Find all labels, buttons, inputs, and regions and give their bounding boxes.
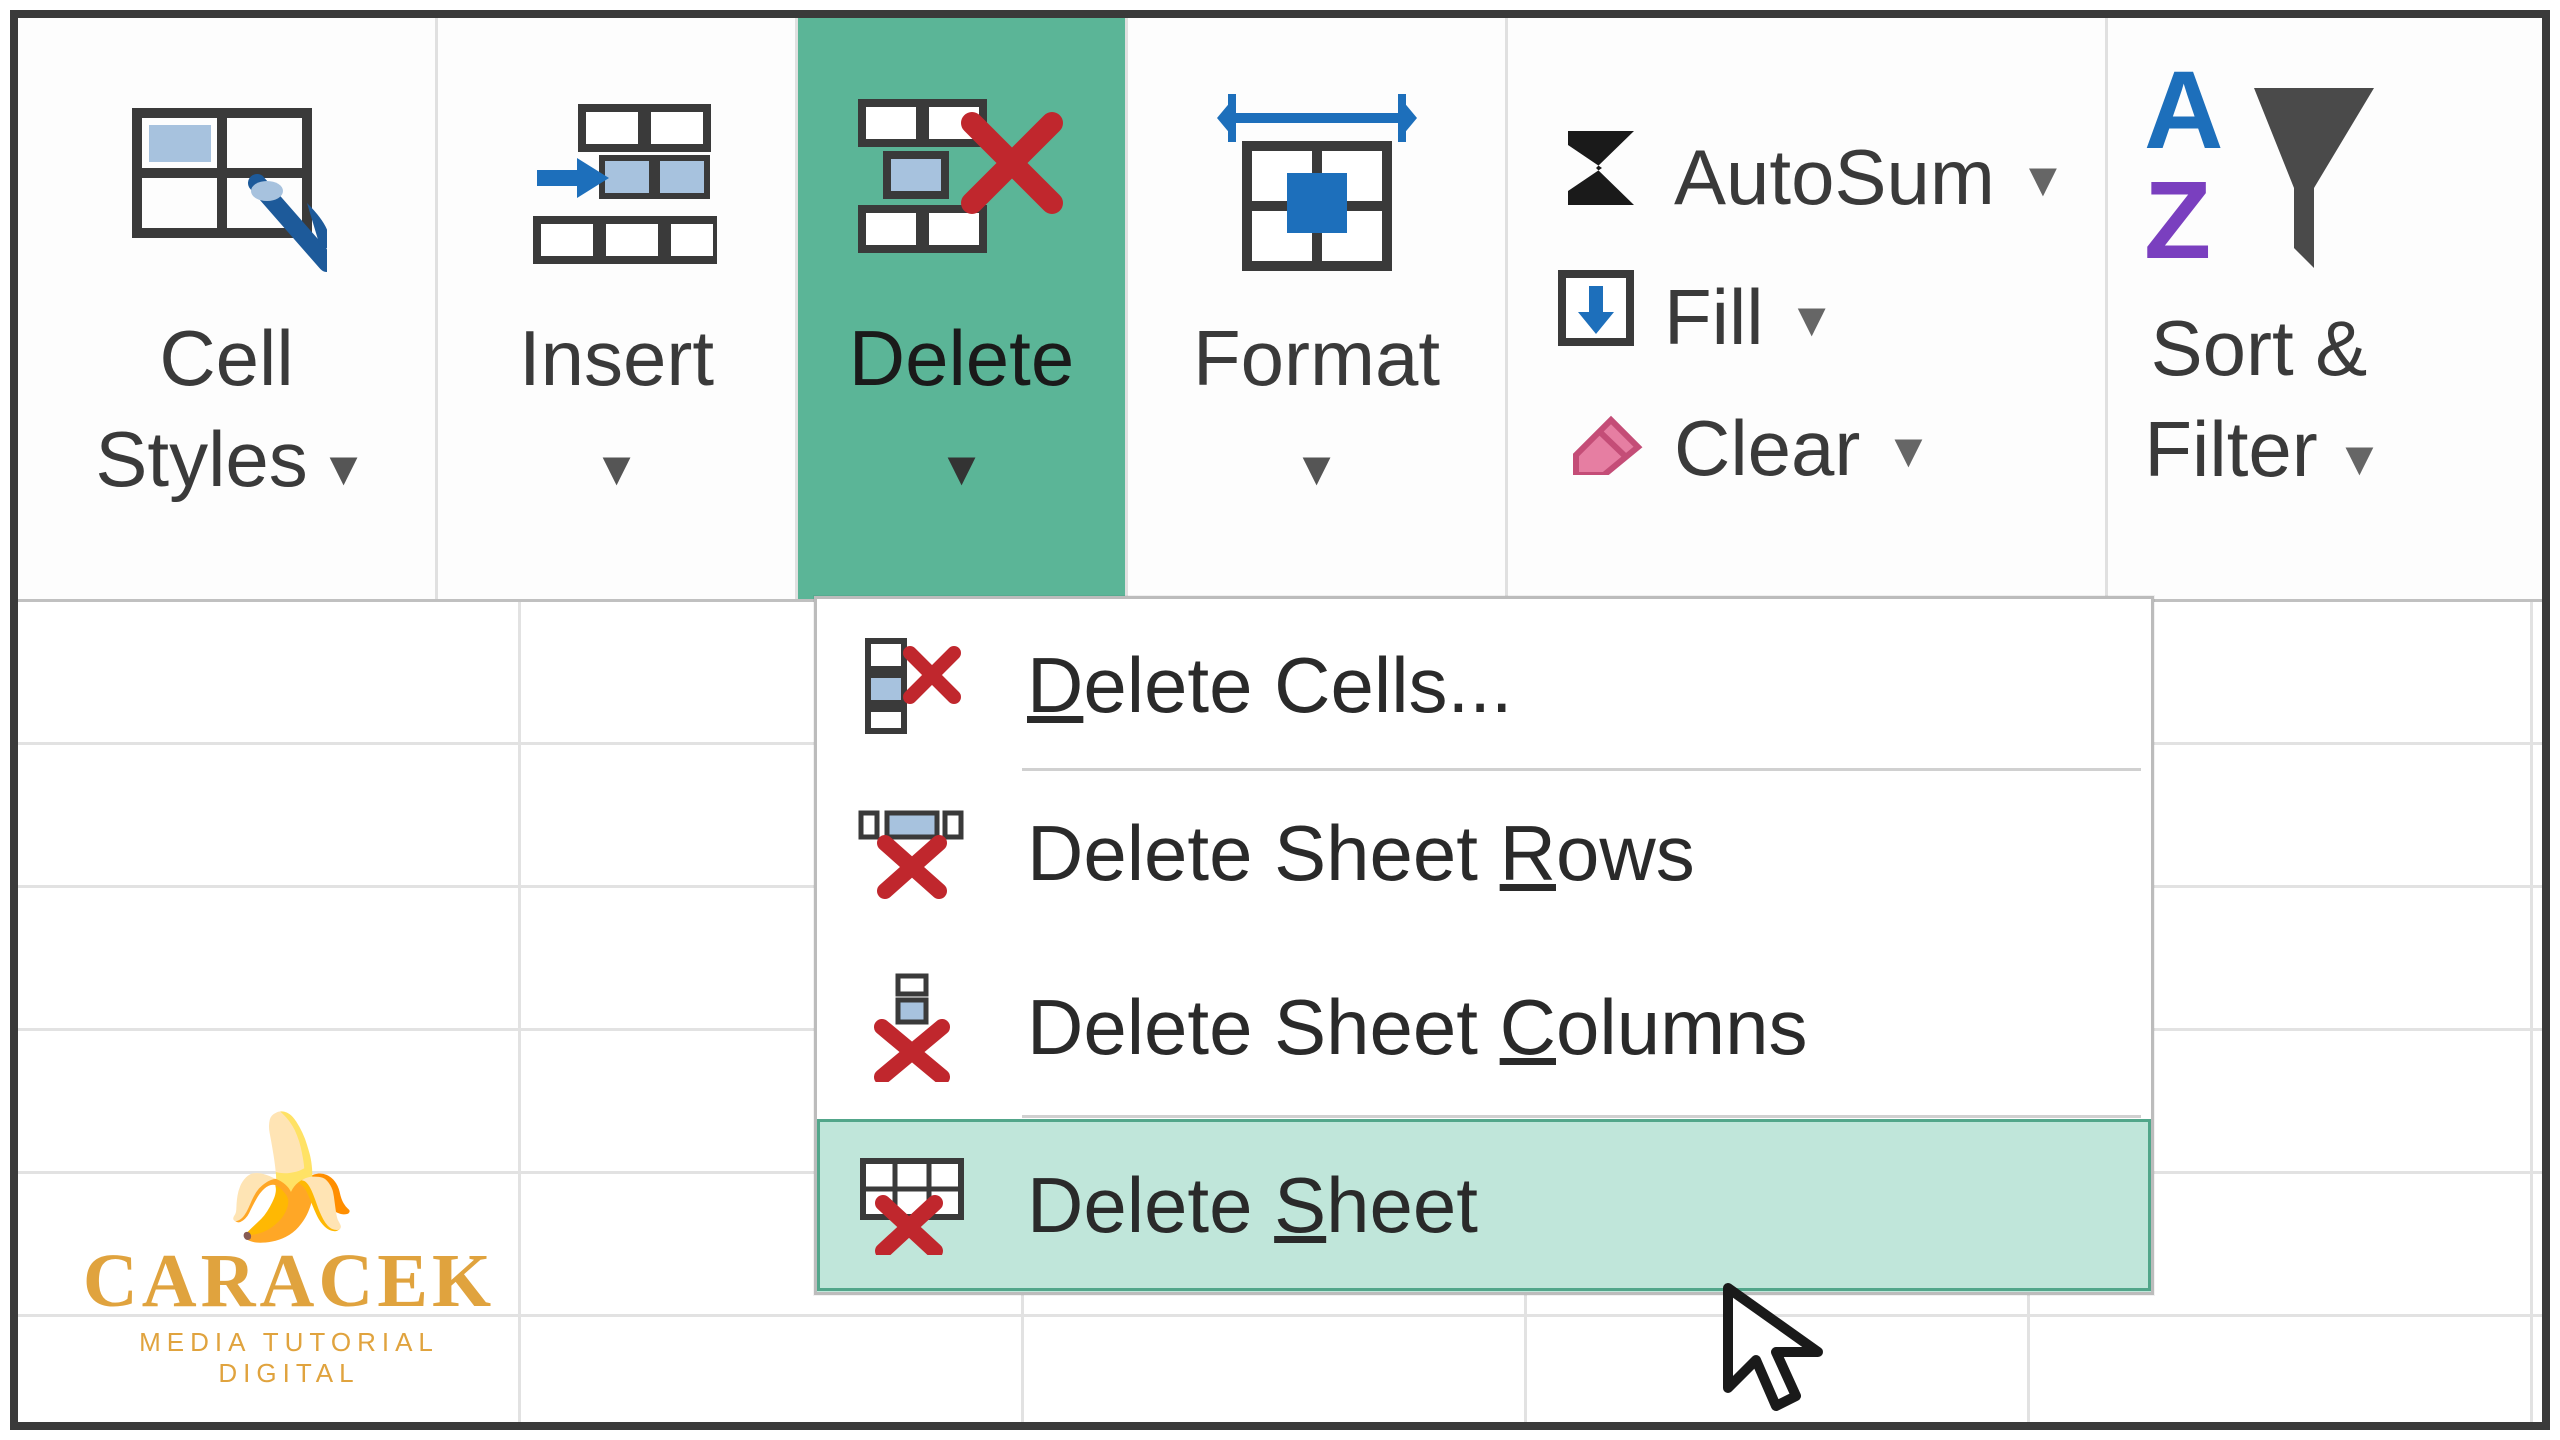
delete-sheet-item[interactable]: Delete Sheet <box>817 1119 2151 1292</box>
format-icon <box>1212 78 1422 298</box>
chevron-down-icon: ▾ <box>1302 435 1330 498</box>
menu-item-label: Delete Sheet Columns <box>1027 982 1807 1073</box>
chevron-down-icon: ▾ <box>1894 416 1922 482</box>
delete-sheet-columns-item[interactable]: Delete Sheet Columns <box>817 936 2151 1119</box>
clear-button[interactable]: Clear ▾ <box>1556 403 2057 494</box>
clear-label: Clear <box>1674 403 1860 494</box>
chevron-down-icon: ▾ <box>329 435 357 498</box>
chevron-down-icon: ▾ <box>2029 145 2057 211</box>
ribbon: Cell Styles ▾ I <box>18 18 2542 602</box>
delete-button[interactable]: Delete ▾ <box>798 18 1128 599</box>
delete-icon <box>852 78 1072 298</box>
cell-styles-icon <box>127 78 327 298</box>
format-label: Format <box>1193 314 1440 402</box>
cell-styles-button[interactable]: Cell Styles ▾ <box>18 18 438 599</box>
eraser-icon <box>1556 403 1646 494</box>
sort-filter-label-2: Filter <box>2144 405 2317 493</box>
svg-text:Z: Z <box>2144 159 2211 278</box>
chevron-down-icon: ▾ <box>1798 285 1826 351</box>
watermark-subtitle: MEDIA TUTORIAL DIGITAL <box>74 1327 504 1389</box>
delete-cells-icon <box>857 635 967 735</box>
menu-item-label: Delete Sheet <box>1027 1160 1478 1251</box>
mouse-cursor-icon <box>1718 1278 1838 1423</box>
svg-text:A: A <box>2144 58 2223 172</box>
chevron-down-icon: ▾ <box>602 435 630 498</box>
sort-filter-icon: A Z <box>2144 48 2374 288</box>
autosum-button[interactable]: AutoSum ▾ <box>1556 123 2057 232</box>
chevron-down-icon: ▾ <box>947 435 975 498</box>
cell-styles-label-1: Cell <box>159 314 293 402</box>
fill-label: Fill <box>1664 272 1764 363</box>
menu-item-label: Delete Cells... <box>1027 640 1513 731</box>
fill-down-icon <box>1556 268 1636 367</box>
delete-sheet-icon <box>857 1155 967 1255</box>
sort-filter-button[interactable]: A Z Sort & Filter ▾ <box>2108 18 2384 599</box>
banana-icon: 🍌 <box>74 1118 504 1238</box>
menu-item-label: Delete Sheet Rows <box>1027 808 1695 899</box>
insert-label: Insert <box>519 314 714 402</box>
delete-sheet-rows-item[interactable]: Delete Sheet Rows <box>817 772 2151 936</box>
sigma-icon <box>1556 123 1646 232</box>
sort-filter-label-1: Sort & <box>2151 304 2368 392</box>
delete-columns-icon <box>857 972 967 1082</box>
format-button[interactable]: Format ▾ <box>1128 18 1508 599</box>
delete-rows-icon <box>857 809 967 899</box>
fill-button[interactable]: Fill ▾ <box>1556 268 2057 367</box>
delete-dropdown: Delete Cells... Delete Sheet Rows <box>814 596 2154 1295</box>
cell-styles-label-2: Styles <box>95 415 307 503</box>
delete-label: Delete <box>849 314 1074 402</box>
chevron-down-icon: ▾ <box>2345 425 2373 488</box>
watermark-title: CARACEK <box>74 1238 504 1325</box>
delete-cells-item[interactable]: Delete Cells... <box>817 599 2151 772</box>
insert-button[interactable]: Insert ▾ <box>438 18 798 599</box>
autosum-label: AutoSum <box>1674 132 1995 223</box>
watermark-logo: 🍌 CARACEK MEDIA TUTORIAL DIGITAL <box>74 1118 504 1389</box>
editing-group: AutoSum ▾ Fill ▾ <box>1508 18 2108 599</box>
insert-icon <box>517 78 717 298</box>
